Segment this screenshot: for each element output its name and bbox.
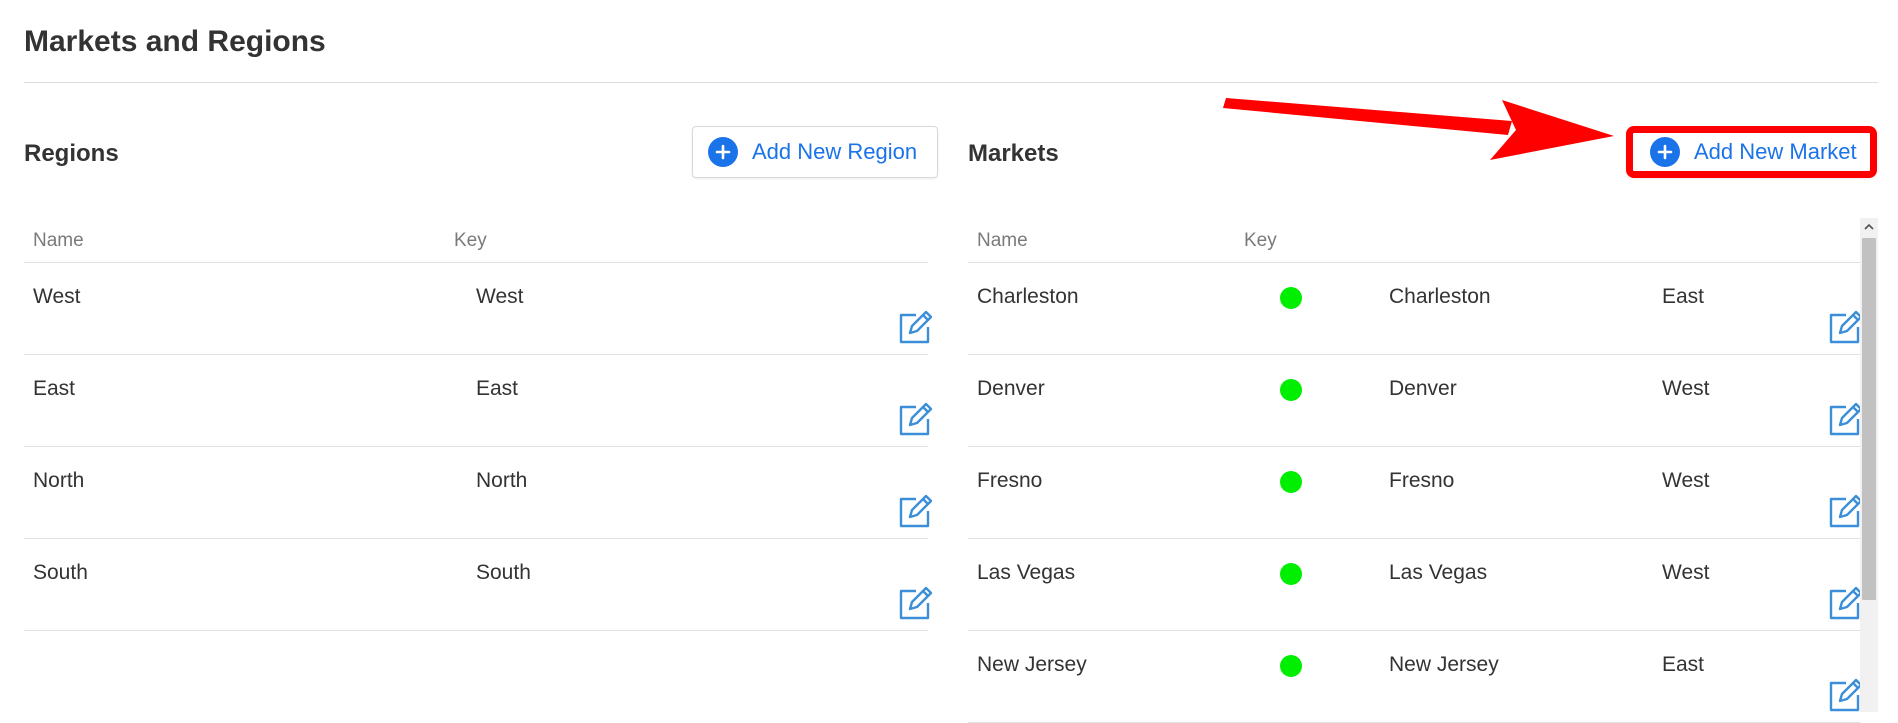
market-region-cell: East <box>1662 653 1705 676</box>
market-key-cell: Charleston <box>1389 285 1491 308</box>
table-row: South South <box>24 539 933 631</box>
region-key-cell: West <box>476 285 524 308</box>
plus-circle-icon <box>1650 137 1680 167</box>
edit-icon[interactable] <box>896 401 934 439</box>
markets-scrollbar[interactable] <box>1860 218 1878 712</box>
red-arrow-annotation <box>1223 98 1614 160</box>
regions-table-header: Name Key <box>24 220 928 263</box>
market-region-cell: East <box>1662 285 1705 308</box>
edit-icon[interactable] <box>1826 585 1864 623</box>
edit-icon[interactable] <box>1826 493 1864 531</box>
table-row: Las Vegas Las Vegas West <box>968 539 1863 631</box>
regions-table-body: West West East East North North South South <box>24 263 933 631</box>
markets-column-name: Name <box>977 230 1028 251</box>
title-divider <box>24 82 1878 83</box>
table-row: Charleston Charleston East <box>968 263 1863 355</box>
table-row: Fresno Fresno West <box>968 447 1863 539</box>
market-name-cell: Denver <box>977 377 1045 400</box>
market-key-cell: Las Vegas <box>1389 561 1488 584</box>
table-row: North North <box>24 447 933 539</box>
regions-column-key: Key <box>454 230 487 251</box>
market-key-cell: Denver <box>1389 377 1457 400</box>
table-row: Denver Denver West <box>968 355 1863 447</box>
plus-circle-icon <box>708 137 738 167</box>
market-name-cell: Las Vegas <box>977 561 1076 584</box>
table-row: New Jersey New Jersey East <box>968 631 1863 723</box>
edit-icon[interactable] <box>1826 677 1864 715</box>
markets-title: Markets <box>968 140 1059 167</box>
region-name-cell: South <box>33 561 88 584</box>
regions-table: Name Key West West East East North North South… <box>24 220 933 631</box>
market-name-cell: New Jersey <box>977 653 1087 676</box>
edit-icon[interactable] <box>1826 401 1864 439</box>
status-dot-icon <box>1280 287 1302 309</box>
add-new-market-label: Add New Market <box>1694 139 1857 164</box>
markets-column-key: Key <box>1244 230 1277 251</box>
region-key-cell: North <box>476 469 528 492</box>
add-new-region-label: Add New Region <box>752 139 918 164</box>
add-new-market-button[interactable]: Add New Market <box>1626 126 1877 178</box>
edit-icon[interactable] <box>896 585 934 623</box>
market-name-cell: Charleston <box>977 285 1079 308</box>
edit-icon[interactable] <box>1826 309 1864 347</box>
region-name-cell: East <box>33 377 76 400</box>
market-key-cell: Fresno <box>1389 469 1455 492</box>
table-row: East East <box>24 355 933 447</box>
table-row: West West <box>24 263 933 355</box>
regions-title: Regions <box>24 140 119 167</box>
region-name-cell: West <box>33 285 81 308</box>
markets-table-body: Charleston Charleston East Denver Denver West… <box>968 263 1863 723</box>
status-dot-icon <box>1280 655 1302 677</box>
scroll-up-arrow-icon[interactable] <box>1860 218 1878 236</box>
edit-icon[interactable] <box>896 309 934 347</box>
region-name-cell: North <box>33 469 85 492</box>
market-key-cell: New Jersey <box>1389 653 1499 676</box>
status-dot-icon <box>1280 563 1302 585</box>
region-key-cell: South <box>476 561 531 584</box>
markets-table: Name Key Charleston Charleston East Denver D… <box>968 220 1863 723</box>
market-region-cell: West <box>1662 469 1710 492</box>
markets-table-header: Name Key <box>968 220 1860 263</box>
status-dot-icon <box>1280 471 1302 493</box>
page-title: Markets and Regions <box>24 25 326 58</box>
edit-icon[interactable] <box>896 493 934 531</box>
region-key-cell: East <box>476 377 519 400</box>
market-name-cell: Fresno <box>977 469 1043 492</box>
market-region-cell: West <box>1662 377 1710 400</box>
regions-column-name: Name <box>33 230 84 251</box>
market-region-cell: West <box>1662 561 1710 584</box>
status-dot-icon <box>1280 379 1302 401</box>
scrollbar-thumb[interactable] <box>1862 238 1876 600</box>
add-new-region-button[interactable]: Add New Region <box>692 126 939 178</box>
